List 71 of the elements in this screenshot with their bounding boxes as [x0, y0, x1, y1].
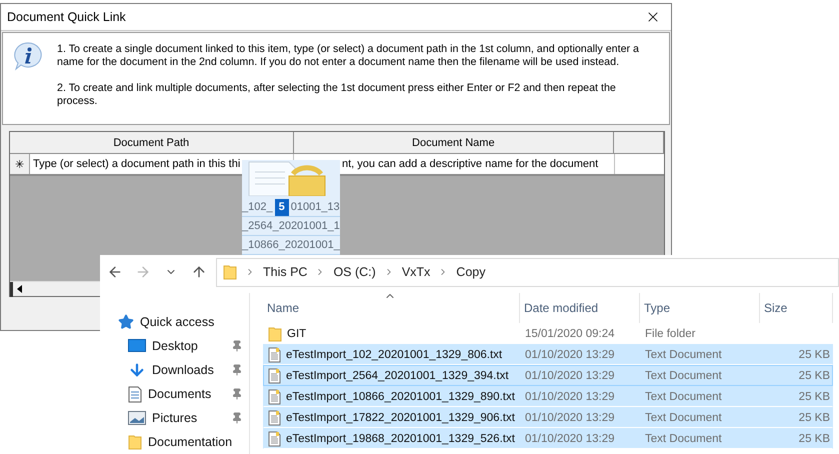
date-modified: 01/10/2020 13:29	[524, 412, 616, 424]
document-icon	[128, 386, 142, 402]
file-size: 25 KB	[798, 348, 831, 360]
window-title: Document Quick Link	[7, 10, 126, 24]
folder-icon	[268, 326, 282, 342]
file-name-fragment: _2564_20201001_1	[242, 220, 340, 232]
file-name: eTestImport_17822_20201001_1329_906.txt	[264, 410, 521, 426]
file-name: eTestImport_19868_20201001_1329_526.txt	[264, 430, 521, 446]
text-file-icon	[268, 410, 281, 426]
file-size: 25 KB	[798, 412, 831, 424]
breadcrumb[interactable]: This PC	[263, 265, 308, 279]
breadcrumb[interactable]: VxTx	[402, 265, 430, 279]
count-badge: 5	[274, 198, 289, 216]
file-size: 25 KB	[798, 432, 831, 444]
text-file-icon	[268, 430, 281, 446]
new-row-marker: ✳	[10, 154, 30, 174]
folder-icon	[223, 264, 237, 280]
nav-item[interactable]: Documents	[100, 382, 249, 406]
file-size: 25 KB	[798, 390, 831, 402]
nav-item[interactable]: Pictures	[100, 406, 249, 430]
column-header[interactable]: Size	[760, 293, 833, 323]
date-modified: 01/10/2020 13:29	[524, 348, 616, 360]
instruction-text: 2. To create and link multiple documents, after selecting the 1st document press either Enter or F2 and then repeat the process.	[57, 82, 617, 108]
file-name-fragment: 01001_13	[290, 201, 340, 213]
file-name-fragment: _10866_20201001_	[242, 239, 340, 251]
text-file-icon	[268, 368, 281, 384]
file-type: File folder	[644, 328, 696, 340]
nav-item[interactable]: Downloads	[100, 358, 249, 382]
star-icon	[118, 314, 134, 330]
file-row[interactable]: eTestImport_102_20201001_1329_806.txt 01/10/2020 13:29 Text Document 25 KB	[263, 344, 833, 365]
file-type: Text Document	[644, 370, 723, 382]
breadcrumb[interactable]: OS (C:)	[333, 265, 376, 279]
grid-cell[interactable]: Type (or select) a document path in this thi	[30, 154, 242, 174]
desktop-icon	[128, 339, 146, 353]
file-row[interactable]: GIT 15/01/2020 09:24 File folder	[263, 323, 833, 344]
file-row[interactable]: eTestImport_17822_20201001_1329_906.txt 01/10/2020 13:29 Text Document 25 KB	[263, 407, 833, 428]
column-header[interactable]: Type	[640, 293, 760, 323]
file-size: 25 KB	[798, 370, 831, 382]
address-bar[interactable]: This PC OS (C:) VxTx Copy	[216, 258, 839, 286]
date-modified: 01/10/2020 13:29	[524, 432, 616, 444]
grid-cell[interactable]: nt, you can add a descriptive name for the document	[339, 154, 614, 174]
text-file-icon	[268, 388, 281, 404]
file-type: Text Document	[644, 390, 723, 402]
file-name: eTestImport_2564_20201001_1329_394.txt	[264, 368, 521, 384]
text-file-icon	[268, 346, 281, 362]
date-modified: 01/10/2020 13:29	[524, 370, 616, 382]
file-name: GIT	[264, 326, 521, 342]
instruction-text: 1. To create a single document linked to this item, type (or select) a document path in the 1st column, and optionally enter a name for the document in the 2nd column. If you do not enter a document name then the filename will be used instead.	[57, 43, 640, 69]
column-header[interactable]: Date modified	[520, 293, 640, 323]
picture-icon	[128, 411, 146, 425]
file-row[interactable]: eTestImport_19868_20201001_1329_526.txt 01/10/2020 13:29 Text Document 25 KB	[263, 428, 833, 449]
up-arrow-icon	[191, 264, 207, 280]
download-icon	[128, 361, 146, 379]
file-row[interactable]: eTestImport_10866_20201001_1329_890.txt 01/10/2020 13:29 Text Document 25 KB	[263, 386, 833, 407]
file-name: eTestImport_10866_20201001_1329_890.txt	[264, 388, 521, 404]
date-modified: 01/10/2020 13:29	[524, 390, 616, 402]
file-row[interactable]: eTestImport_2564_20201001_1329_394.txt 01/10/2020 13:29 Text Document 25 KB	[263, 365, 833, 386]
date-modified: 15/01/2020 09:24	[524, 328, 616, 340]
file-name: eTestImport_102_20201001_1329_806.txt	[264, 346, 521, 362]
breadcrumb[interactable]: Copy	[456, 265, 486, 279]
info-icon	[13, 41, 43, 71]
column-header[interactable]: Name	[263, 293, 520, 323]
file-name-fragment: _102_	[242, 201, 273, 213]
nav-item[interactable]: Desktop	[100, 334, 249, 358]
file-type: Text Document	[644, 412, 723, 424]
file-type: Text Document	[644, 432, 723, 444]
file-type: Text Document	[644, 348, 723, 360]
nav-item[interactable]: Documentation	[100, 430, 249, 454]
nav-item[interactable]: Quick access	[100, 310, 249, 334]
left-arrow-icon	[17, 285, 22, 293]
folder-icon	[128, 434, 142, 450]
